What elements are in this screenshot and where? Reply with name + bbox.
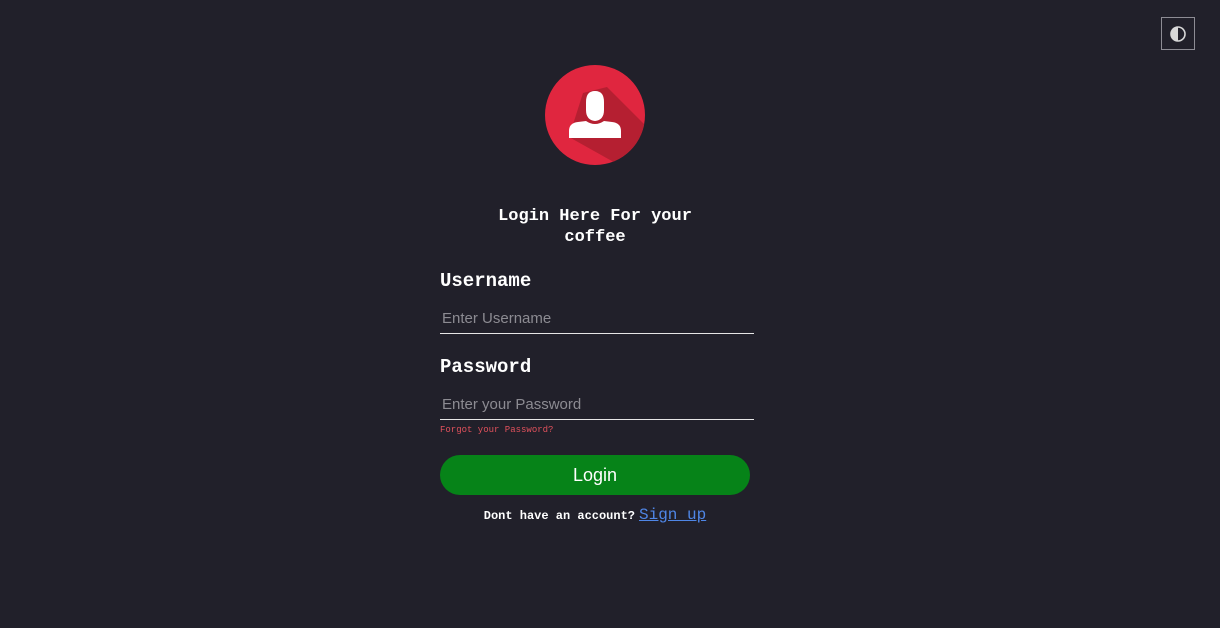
password-label: Password <box>440 356 532 378</box>
signup-prompt: Dont have an account? <box>483 509 635 523</box>
forgot-password-link[interactable]: Forgot your Password? <box>440 425 553 435</box>
user-icon <box>545 65 645 165</box>
theme-toggle-button[interactable] <box>1161 17 1195 50</box>
page-title: Login Here For your coffee <box>498 207 692 247</box>
signup-link[interactable]: Sign up <box>639 506 706 524</box>
avatar <box>545 65 645 165</box>
signup-row: Dont have an account? Sign up <box>440 506 750 524</box>
login-button[interactable]: Login <box>440 455 750 495</box>
username-label: Username <box>440 270 532 292</box>
password-input[interactable] <box>440 390 754 420</box>
username-input[interactable] <box>440 304 754 334</box>
contrast-icon <box>1170 25 1186 42</box>
